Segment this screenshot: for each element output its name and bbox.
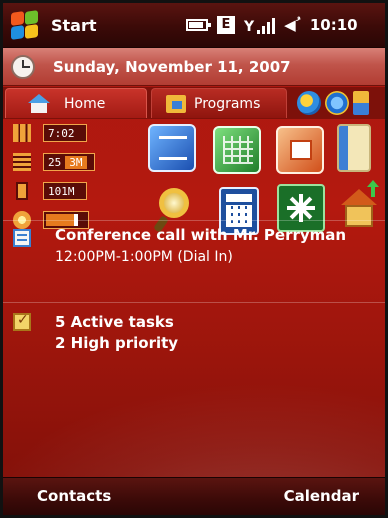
battery-icon[interactable] [186, 19, 211, 31]
speaker-icon[interactable]: ◀ﹸ [284, 16, 301, 34]
battery-gauge-icon [13, 153, 31, 171]
battery-hours: 3M [65, 155, 87, 169]
memory-value: 101M [48, 184, 75, 198]
edge-network-icon[interactable]: E [217, 16, 235, 34]
more-programs-icon[interactable] [353, 91, 369, 115]
quick-launch-bar [291, 88, 385, 118]
date-text: Sunday, November 11, 2007 [53, 57, 291, 76]
memory-gauge[interactable]: 101M [13, 182, 87, 200]
time-gauge-value: 7:02 [48, 126, 75, 140]
battery-gauge[interactable]: 25 3M [13, 153, 95, 171]
status-icons: E Y ◀ﹸ 10:10 [186, 14, 358, 36]
date-row[interactable]: Sunday, November 11, 2007 [3, 48, 385, 86]
high-priority-tasks: 2 High priority [55, 334, 179, 352]
battery-percent: 25 [48, 155, 62, 169]
clock[interactable]: 10:10 [310, 16, 358, 34]
tasks-icon [13, 312, 31, 331]
appointment-title: Conference call with Mr. Perryman [55, 226, 347, 244]
tab-bar: Home Programs [3, 87, 385, 119]
internet-explorer-icon[interactable] [325, 91, 349, 115]
tab-home-label: Home [64, 95, 106, 112]
softkey-bar: Contacts Calendar [3, 477, 385, 515]
word-icon[interactable] [148, 124, 196, 172]
time-gauge[interactable]: 7:02 [13, 124, 87, 142]
clock-gauge-icon [13, 124, 31, 142]
active-tasks: 5 Active tasks [55, 313, 174, 331]
tasks-item[interactable]: 5 Active tasks 2 High priority [3, 303, 385, 363]
calendar-softkey[interactable]: Calendar [284, 487, 359, 505]
excel-icon[interactable] [213, 126, 261, 174]
programs-folder-icon [166, 94, 186, 113]
start-button[interactable]: Start [9, 9, 109, 41]
media-player-icon[interactable] [297, 91, 321, 115]
notes-icon[interactable] [337, 124, 371, 172]
tab-programs-label: Programs [194, 95, 261, 112]
home-icon [28, 93, 50, 114]
powerpoint-icon[interactable] [276, 126, 324, 174]
tab-programs[interactable]: Programs [151, 88, 287, 118]
start-label: Start [51, 15, 97, 35]
appointment-time: 12:00PM-1:00PM (Dial In) [55, 249, 233, 265]
signal-icon[interactable]: Y [244, 16, 276, 34]
memory-gauge-icon [16, 182, 28, 200]
calendar-icon [13, 229, 31, 247]
tab-home[interactable]: Home [5, 88, 147, 118]
windows-flag-icon [9, 10, 39, 40]
contacts-softkey[interactable]: Contacts [37, 487, 111, 505]
status-bar: Start E Y ◀ﹸ 10:10 [3, 3, 385, 48]
clock-icon [11, 54, 35, 79]
today-screen: Start E Y ◀ﹸ 10:10 Sunday, November 11, … [0, 0, 388, 518]
appointment-item[interactable]: Conference call with Mr. Perryman 12:00P… [3, 221, 385, 301]
